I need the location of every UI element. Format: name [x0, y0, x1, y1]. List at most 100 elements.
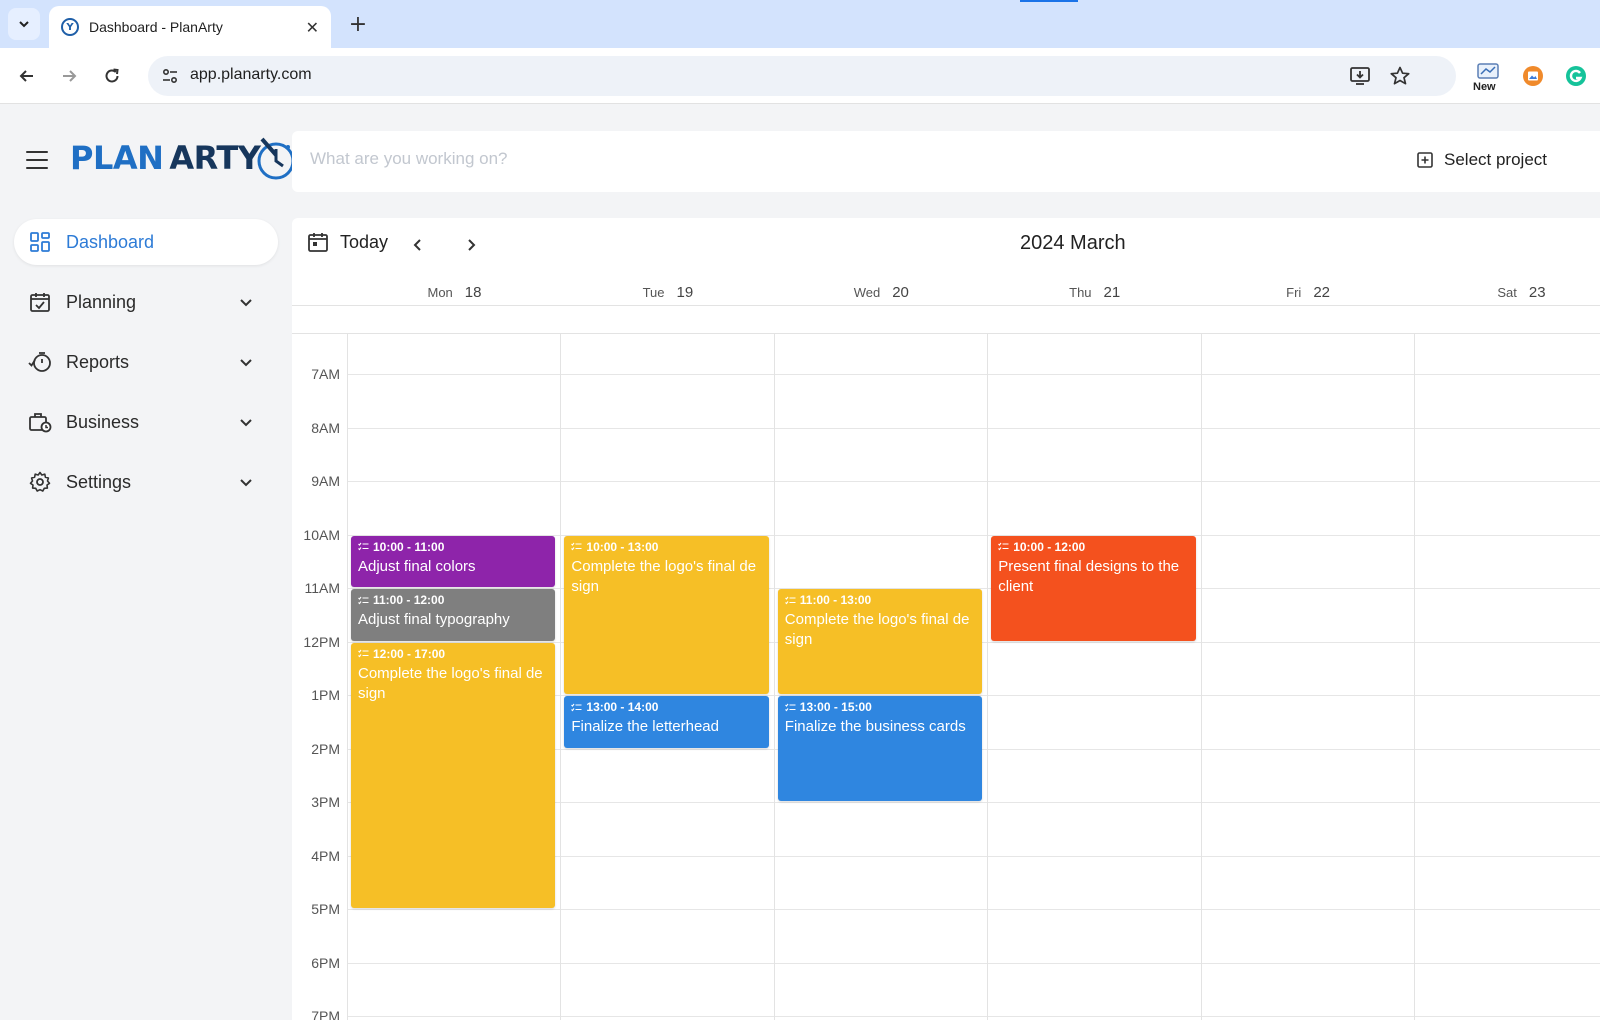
calendar-month-title: 2024 March [1020, 232, 1126, 254]
close-tab-icon[interactable]: ✕ [306, 18, 319, 37]
bookmark-star-icon[interactable] [1388, 64, 1412, 88]
install-app-icon[interactable] [1348, 64, 1372, 88]
planarty-logo[interactable]: PLAN ARTY [70, 133, 298, 183]
tab-title: Dashboard - PlanArty [89, 19, 223, 35]
forward-button[interactable] [53, 60, 85, 92]
day-header-thu[interactable]: Thu 21 [988, 280, 1201, 304]
day-header-wed[interactable]: Wed 20 [775, 280, 988, 304]
hour-label: 2PM [311, 740, 340, 757]
task-description-input[interactable] [310, 149, 1210, 169]
day-column-divider [347, 333, 348, 1020]
previous-week-button[interactable] [404, 231, 432, 259]
calendar-event[interactable]: 10:00 - 11:00 Adjust final colors [351, 535, 556, 587]
day-number: 22 [1313, 283, 1331, 301]
day-header-tue[interactable]: Tue 19 [561, 280, 774, 304]
calendar-icon [308, 233, 328, 252]
hour-label: 7AM [311, 366, 340, 382]
event-title: Adjust final colors [358, 557, 476, 575]
day-name: Mon [427, 284, 453, 300]
planarty-favicon-icon: Y [61, 18, 79, 36]
chevron-down-icon[interactable] [236, 352, 256, 372]
hour-label: 12PM [303, 633, 340, 650]
task-list-icon [571, 542, 582, 551]
nav-item-reports[interactable]: Reports [14, 339, 278, 385]
nav-item-label: Business [66, 411, 140, 432]
browser-tab-active[interactable]: Y Dashboard - PlanArty ✕ [49, 6, 331, 48]
chevron-left-icon [413, 239, 421, 251]
hour-gridline [347, 374, 1600, 375]
calendar-event[interactable]: 13:00 - 14:00 Finalize the letterhead [564, 696, 769, 748]
menu-hamburger-icon[interactable] [26, 151, 48, 169]
task-list-icon [358, 542, 369, 551]
hour-label: 8AM [311, 419, 340, 436]
hour-gridline [347, 427, 1600, 429]
nav-item-planning[interactable]: Planning [14, 279, 278, 325]
reload-button[interactable] [96, 60, 128, 92]
day-name: Tue [642, 284, 665, 300]
select-project-button[interactable]: Select project [1416, 150, 1547, 170]
day-name: Sat [1497, 284, 1517, 300]
browser-toolbar: app.planarty.com New [0, 48, 1600, 104]
event-time: 10:00 - 12:00 [998, 540, 1188, 554]
site-settings-icon[interactable] [156, 62, 184, 90]
nav-item-settings[interactable]: Settings [14, 459, 278, 505]
plus-square-icon [1417, 152, 1433, 168]
today-label: Today [340, 231, 389, 252]
address-bar[interactable]: app.planarty.com [148, 56, 1456, 96]
today-button[interactable]: Today [306, 230, 388, 254]
extension-image-icon[interactable] [1519, 62, 1547, 90]
tab-strip-accent [1020, 0, 1078, 2]
next-week-button[interactable] [457, 231, 485, 259]
back-button[interactable] [11, 60, 43, 92]
day-name: Wed [853, 284, 881, 300]
event-time: 10:00 - 11:00 [358, 540, 548, 554]
task-list-icon [571, 703, 582, 711]
event-time-text: 13:00 - 14:00 [586, 700, 659, 714]
calendar-event[interactable]: 11:00 - 13:00 Complete the logo's final d… [777, 589, 983, 694]
main-nav: Dashboard Planning Reports Business Sett… [14, 219, 278, 519]
day-header-sat[interactable]: Sat 23 [1415, 280, 1600, 304]
tab-search-button[interactable] [8, 8, 40, 40]
event-time-text: 13:00 - 15:00 [799, 700, 872, 714]
hour-label: 9AM [311, 473, 340, 489]
nav-item-label: Dashboard [66, 231, 155, 252]
calendar-event[interactable]: 12:00 - 17:00 Complete the logo's final d… [351, 642, 556, 908]
hour-label: 6PM [311, 954, 340, 971]
logo-text-plan: PLAN [70, 139, 164, 177]
chevron-down-icon [19, 21, 29, 28]
calendar-event[interactable]: 13:00 - 15:00 Finalize the business cards [777, 696, 983, 801]
event-title: Adjust final typography [358, 611, 510, 628]
day-header-fri[interactable]: Fri 22 [1202, 280, 1415, 304]
nav-item-dashboard[interactable]: Dashboard [14, 219, 278, 265]
task-list-icon [998, 542, 1009, 551]
chevron-down-icon[interactable] [236, 412, 256, 432]
hour-gridline [347, 962, 1600, 964]
event-title: Finalize the letterhead [571, 718, 719, 735]
task-list-icon [784, 703, 796, 711]
calendar-event[interactable]: 10:00 - 13:00 Complete the logo's final d… [564, 535, 769, 694]
calendar-check-icon [28, 290, 52, 314]
new-tab-button[interactable]: + [344, 10, 372, 38]
grammarly-extension-icon[interactable] [1562, 62, 1590, 90]
event-time-text: 11:00 - 13:00 [799, 593, 872, 607]
hour-label: 5PM [311, 901, 340, 917]
event-time: 12:00 - 17:00 [358, 647, 548, 661]
day-column-divider [1414, 333, 1415, 1020]
event-time: 13:00 - 15:00 [784, 700, 975, 714]
week-calendar: Today 2024 March Mon 18 Tue 19 Wed 20 Thu 21 Fri… [292, 218, 1600, 1020]
event-title: Present final designs to the client [998, 557, 1180, 595]
calendar-event[interactable]: 10:00 - 12:00 Present final designs to th… [991, 535, 1196, 641]
event-title: Finalize the business cards [784, 718, 966, 735]
nav-item-business[interactable]: Business [14, 399, 278, 445]
header-divider [292, 305, 1600, 306]
time-grid: 7AM 8AM 9AM 10AM 11AM 12PM 1PM 2PM 3PM 4PM 5PM 6PM 7… [292, 333, 1600, 1020]
day-header-mon[interactable]: Mon 18 [348, 280, 561, 304]
chevron-down-icon[interactable] [236, 292, 256, 312]
day-column-divider [773, 333, 775, 1020]
calendar-event[interactable]: 11:00 - 12:00 Adjust final typography [351, 589, 556, 641]
chevron-down-icon[interactable] [236, 472, 256, 492]
task-list-icon [358, 596, 369, 604]
nav-item-label: Reports [66, 351, 130, 372]
hour-gridline [347, 909, 1600, 910]
timer-report-icon [28, 350, 52, 374]
